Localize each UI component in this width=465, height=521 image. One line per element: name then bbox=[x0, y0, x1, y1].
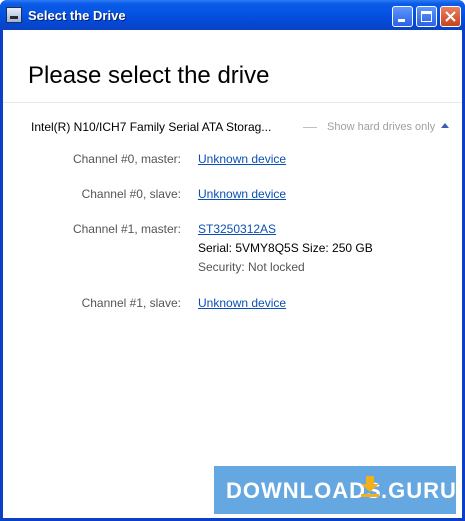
device-link[interactable]: Unknown device bbox=[198, 187, 286, 201]
maximize-button[interactable] bbox=[416, 6, 437, 27]
channel-label: Channel #0, slave: bbox=[81, 187, 181, 201]
device-security: Security: Not locked bbox=[198, 260, 305, 274]
window-title: Select the Drive bbox=[28, 8, 126, 23]
channel-label: Channel #1, slave: bbox=[81, 296, 181, 310]
dialog-body: Please select the drive Intel(R) N10/ICH… bbox=[3, 30, 462, 518]
separator-dash bbox=[303, 127, 317, 128]
app-icon[interactable] bbox=[6, 7, 22, 23]
channel-label: Channel #1, master: bbox=[72, 222, 181, 236]
title-bar[interactable]: Select the Drive bbox=[0, 0, 465, 30]
collapse-arrow-icon[interactable] bbox=[441, 123, 449, 128]
device-link[interactable]: ST3250312AS bbox=[198, 222, 276, 236]
channel-label: Channel #0, master: bbox=[72, 152, 181, 166]
window-frame: Select the Drive Please select the drive… bbox=[0, 0, 465, 521]
minimize-icon bbox=[398, 19, 405, 22]
close-icon bbox=[445, 11, 456, 22]
device-link[interactable]: Unknown device bbox=[198, 296, 286, 310]
header-divider bbox=[3, 102, 462, 103]
download-arrow-icon bbox=[361, 476, 379, 497]
watermark-text-right: .GURU bbox=[381, 478, 457, 503]
device-serial-size: Serial: 5VMY8Q5S Size: 250 GB bbox=[198, 241, 373, 255]
controller-name: Intel(R) N10/ICH7 Family Serial ATA Stor… bbox=[31, 120, 272, 134]
minimize-button[interactable] bbox=[392, 6, 413, 27]
page-title: Please select the drive bbox=[28, 62, 270, 89]
show-hard-drives-toggle[interactable]: Show hard drives only bbox=[327, 121, 435, 133]
device-link[interactable]: Unknown device bbox=[198, 152, 286, 166]
close-button[interactable] bbox=[440, 6, 461, 27]
maximize-icon bbox=[421, 11, 432, 22]
